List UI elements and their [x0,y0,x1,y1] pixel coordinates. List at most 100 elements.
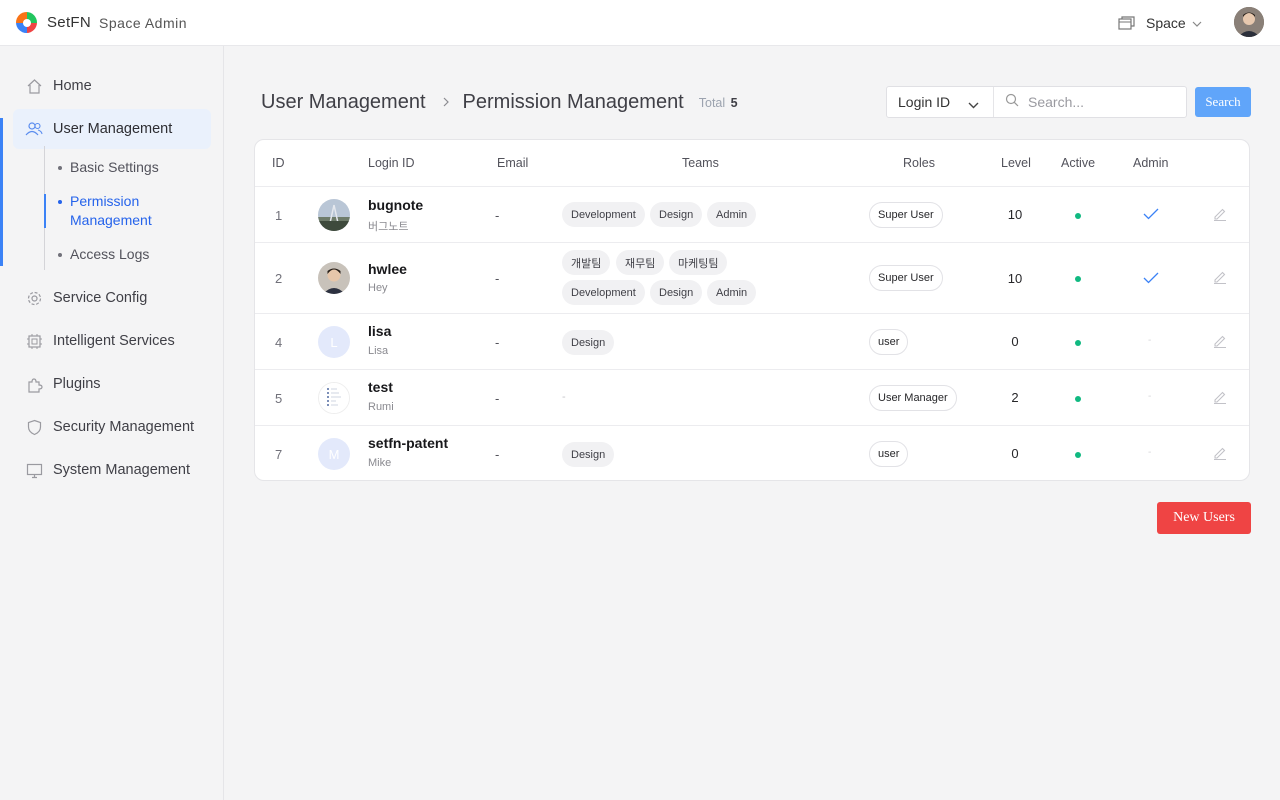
chevron-down-icon [968,96,979,112]
shield-icon [25,418,43,436]
team-tag: Development [562,280,645,305]
display-name: 버그노트 [368,221,409,233]
active-status-dot [1075,452,1081,458]
sidebar-item-security-management[interactable]: Security Management [13,407,211,447]
edit-icon[interactable] [1213,207,1227,226]
submenu-label: Permission Management [70,193,152,228]
submenu-label: Basic Settings [70,159,159,175]
sidebar-item-intelligent-services[interactable]: Intelligent Services [13,321,211,361]
role-badge: user [869,329,909,355]
edit-icon[interactable] [1213,390,1227,409]
space-label: Space [1146,15,1186,31]
edit-icon[interactable] [1213,334,1227,353]
admin-empty: - [1148,391,1152,402]
email: - [495,335,500,350]
sidebar-item-plugins[interactable]: Plugins [13,364,211,404]
window-stack-icon [1118,16,1135,30]
chip-icon [25,332,43,350]
search-button[interactable]: Search [1195,87,1251,117]
level: 0 [1011,334,1019,349]
breadcrumb-parent[interactable]: User Management [261,91,426,114]
app-logo[interactable]: SetFN Space Admin [16,12,187,33]
column-header-login-id: Login ID [368,156,415,170]
submenu-basic-settings[interactable]: Basic Settings [58,158,159,177]
sidebar-item-service-config[interactable]: Service Config [13,278,211,318]
sidebar-item-label: Security Management [53,419,195,435]
chevron-right-icon [443,94,449,110]
display-name: Hey [368,282,388,294]
sidebar-item-label: User Management [53,121,173,137]
team-tag: Admin [707,280,757,305]
brand-subtitle: Space Admin [99,14,188,31]
level: 0 [1011,446,1019,461]
column-header-active: Active [1061,156,1096,170]
sidebar-item-label: System Management [53,462,191,478]
teams-empty: - [562,391,566,403]
submenu-access-logs[interactable]: Access Logs [58,245,149,264]
level: 10 [1007,271,1023,286]
sidebar-item-label: Service Config [53,290,148,306]
sidebar-item-user-management[interactable]: User Management [13,109,211,149]
sidebar-item-label: Intelligent Services [53,333,175,349]
email: - [495,447,500,462]
user-avatar[interactable] [1234,7,1264,37]
sidebar-item-label: Plugins [53,376,101,392]
column-header-id: ID [272,156,285,170]
table-header: ID Login ID Email Teams Roles Level Acti… [255,140,1249,187]
column-header-level: Level [1001,156,1031,170]
table-row[interactable]: 7 M setfn-patent Mike - Design user 0 - [255,426,1249,480]
table-row[interactable]: 2 hwlee Hey - 개발팀 재무팀 마케팅팀 Development D… [255,243,1249,314]
sidebar: Home User Management Basic Settings Perm… [0,46,224,800]
setfn-logo-icon [16,12,37,33]
login-id[interactable]: lisa [368,323,391,339]
submenu-label: Access Logs [70,246,150,262]
sidebar-item-system-management[interactable]: System Management [13,450,211,490]
level: 10 [1007,207,1023,222]
users-icon [25,120,43,138]
email: - [495,271,500,286]
login-id[interactable]: hwlee [368,261,407,277]
column-header-roles: Roles [903,156,935,170]
edit-icon[interactable] [1213,270,1227,289]
check-icon [1143,207,1159,225]
avatar [318,199,350,231]
login-id[interactable]: bugnote [368,197,423,213]
email: - [495,391,500,406]
login-id[interactable]: setfn-patent [368,435,448,451]
role-badge: Super User [869,202,943,228]
admin-empty: - [1148,335,1152,346]
gear-icon [25,289,43,307]
team-tag: Development [562,202,645,227]
edit-icon[interactable] [1213,446,1227,465]
active-status-dot [1075,213,1081,219]
total-count: Total 5 [698,96,738,110]
search-bar: Login ID [886,86,1187,118]
search-icon [1005,93,1019,112]
team-tag: Design [650,280,703,305]
top-bar: SetFN Space Admin Space [0,0,1280,46]
sidebar-active-indicator [0,118,3,266]
puzzle-icon [25,375,43,393]
avatar: M [318,438,350,470]
sidebar-item-home[interactable]: Home [13,66,211,106]
space-selector[interactable]: Space [1118,11,1202,35]
new-users-button[interactable]: New Users [1157,502,1251,534]
role-badge: User Manager [869,385,957,411]
login-id[interactable]: test [368,379,393,395]
check-icon [1143,271,1159,289]
table-row[interactable]: 5 test Rumi - - User Manager 2 - [255,370,1249,426]
table-row[interactable]: 4 L lisa Lisa - Design user 0 - [255,314,1249,370]
table-row[interactable]: 1 bugnote 버그노트 - Development Design Admi… [255,187,1249,243]
team-tag: 재무팀 [616,250,665,275]
submenu-permission-management[interactable]: Permission Management [58,192,178,230]
avatar: L [318,326,350,358]
role-badge: Super User [869,265,943,291]
row-id: 1 [275,208,283,223]
home-icon [25,77,43,95]
team-tag: Design [562,330,615,355]
avatar [318,262,350,294]
row-id: 4 [275,335,283,350]
search-input[interactable] [1028,94,1178,110]
search-field-select[interactable]: Login ID [887,87,994,117]
brand-name: SetFN [47,14,92,31]
